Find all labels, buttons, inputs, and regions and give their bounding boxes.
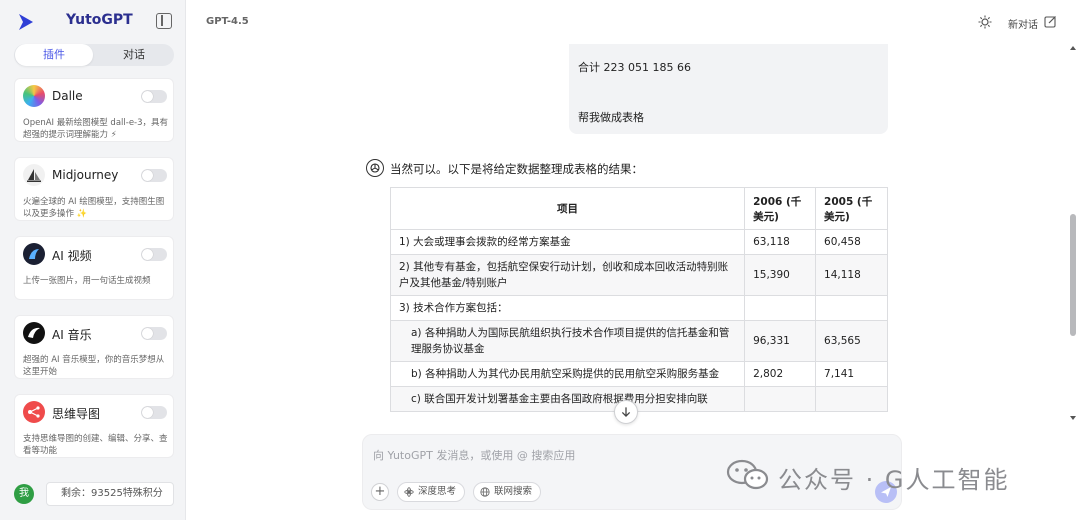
table-row: b) 各种捐助人为其代办民用航空采购提供的民用航空采购服务基金 2,802 7,… (390, 361, 888, 387)
new-chat-button[interactable]: 新对话 (1008, 16, 1038, 31)
table-cell (815, 386, 888, 412)
table-row: 1) 大会或理事会拨款的经常方案基金 63,118 60,458 (390, 229, 888, 255)
table-cell: b) 各种捐助人为其代办民用航空采购提供的民用航空采购服务基金 (390, 361, 746, 387)
table-row: 2) 其他专有基金，包括航空保安行动计划，创收和成本回收活动特别账户及其他基金/… (390, 254, 888, 296)
sidebar: YutoGPT 插件 对话 Dalle OpenAI 最新绘图模型 dall-e… (0, 0, 186, 520)
ai-music-icon (23, 322, 45, 344)
plugin-desc: 火遍全球的 AI 绘图模型，支持图生图以及更多操作 ✨ (23, 197, 165, 219)
sidebar-collapse-icon[interactable] (156, 13, 172, 29)
table-row: c) 联合国开发计划署基金主要由各国政府根据费用分担安排向联 (390, 386, 888, 412)
watermark-text: 公众号 · G人工智能 (778, 466, 1010, 494)
user-message-line: 合计 223 051 185 66 (578, 61, 691, 74)
assistant-intro: 当然可以。以下是将给定数据整理成表格的结果： (390, 162, 643, 176)
plugin-toggle-ai-video[interactable] (141, 248, 167, 261)
table-cell: a) 各种捐助人为国际民航组织执行技术合作项目提供的信托基金和管理服务协议基金 (390, 320, 746, 362)
tab-conversations[interactable]: 对话 (95, 44, 173, 66)
table-cell: 60,458 (815, 229, 888, 255)
table-header: 2005 (千美元) (815, 187, 888, 230)
globe-icon (480, 487, 490, 497)
mindmap-icon (23, 401, 45, 423)
table-row: 3) 技术合作方案包括： (390, 295, 888, 321)
ai-video-icon (23, 243, 45, 265)
table-header: 2006 (千美元) (744, 187, 817, 230)
plugin-desc: OpenAI 最新绘图模型 dall-e-3，具有超强的提示词理解能力 ⚡ (23, 118, 169, 140)
web-search-toggle[interactable]: 联网搜索 (473, 482, 542, 502)
plugin-name: AI 音乐 (52, 328, 92, 342)
table-cell (744, 295, 817, 321)
plugin-desc: 上传一张图片，用一句话生成视频 (23, 276, 151, 286)
dalle-icon (23, 85, 45, 107)
wechat-logo-icon (726, 459, 769, 490)
plugin-card-ai-video[interactable]: AI 视频 上传一张图片，用一句话生成视频 (14, 236, 174, 300)
user-message-bubble: 合计 223 051 185 66 帮我做成表格 (569, 44, 888, 134)
plugin-card-midjourney[interactable]: Midjourney 火遍全球的 AI 绘图模型，支持图生图以及更多操作 ✨ (14, 157, 174, 221)
scroll-thumb[interactable] (1070, 214, 1076, 336)
table-row: a) 各种捐助人为国际民航组织执行技术合作项目提供的信托基金和管理服务协议基金 … (390, 320, 888, 362)
plugin-desc: 支持思维导图的创建、编辑、分享、查看等功能 (23, 434, 168, 456)
result-table: 项目 2006 (千美元) 2005 (千美元) 1) 大会或理事会拨款的经常方… (390, 187, 888, 412)
watermark: 公众号 · G人工智能 (726, 456, 1056, 496)
plugin-toggle-ai-music[interactable] (141, 327, 167, 340)
table-cell (815, 295, 888, 321)
table-cell (744, 386, 817, 412)
table-cell: 2,802 (744, 361, 817, 387)
table-header-row: 项目 2006 (千美元) 2005 (千美元) (390, 187, 888, 230)
add-attachment-button[interactable]: + (371, 483, 389, 501)
user-avatar[interactable]: 我 (14, 484, 34, 504)
deep-think-label: 深度思考 (418, 486, 457, 497)
plugin-card-dalle[interactable]: Dalle OpenAI 最新绘图模型 dall-e-3，具有超强的提示词理解能… (14, 78, 174, 142)
chat-scrollbar[interactable] (1068, 44, 1078, 424)
sidebar-tabs: 插件 对话 (14, 44, 174, 66)
table-cell: 14,118 (815, 254, 888, 296)
table-cell: 63,565 (815, 320, 888, 362)
edit-icon[interactable] (1044, 15, 1057, 28)
plugin-name: Midjourney (52, 168, 119, 182)
table-cell: c) 联合国开发计划署基金主要由各国政府根据费用分担安排向联 (390, 386, 746, 412)
plugin-toggle-mindmap[interactable] (141, 406, 167, 419)
table-cell: 3) 技术合作方案包括： (390, 295, 746, 321)
plugin-toggle-midjourney[interactable] (141, 169, 167, 182)
plugin-toggle-dalle[interactable] (141, 90, 167, 103)
plugin-name: AI 视频 (52, 249, 92, 263)
table-cell: 7,141 (815, 361, 888, 387)
deep-think-toggle[interactable]: 深度思考 (397, 482, 466, 502)
atom-icon (404, 487, 414, 497)
brand: YutoGPT (14, 10, 174, 34)
plugin-name: Dalle (52, 89, 83, 103)
scroll-to-bottom-icon[interactable] (614, 400, 638, 424)
web-search-label: 联网搜索 (494, 486, 533, 497)
openai-logo-icon (366, 159, 384, 177)
sun-icon[interactable] (978, 15, 992, 29)
plugin-name: 思维导图 (52, 407, 101, 421)
table-header: 项目 (390, 187, 746, 230)
brand-name: YutoGPT (66, 12, 133, 28)
table-cell: 96,331 (744, 320, 817, 362)
table-cell: 1) 大会或理事会拨款的经常方案基金 (390, 229, 746, 255)
plugin-card-ai-music[interactable]: AI 音乐 超强的 AI 音乐模型，你的音乐梦想从这里开始 (14, 315, 174, 379)
plugin-card-mindmap[interactable]: 思维导图 支持思维导图的创建、编辑、分享、查看等功能 (14, 394, 174, 458)
credits-badge: 剩余：93525特殊积分 (46, 482, 174, 506)
model-label[interactable]: GPT-4.5 (206, 16, 249, 27)
tab-plugins[interactable]: 插件 (15, 44, 93, 66)
yutogpt-logo-icon (19, 14, 33, 30)
table-cell: 2) 其他专有基金，包括航空保安行动计划，创收和成本回收活动特别账户及其他基金/… (390, 254, 746, 296)
result-table-container: 项目 2006 (千美元) 2005 (千美元) 1) 大会或理事会拨款的经常方… (390, 187, 888, 427)
midjourney-icon (23, 164, 45, 186)
table-cell: 63,118 (744, 229, 817, 255)
plugin-desc: 超强的 AI 音乐模型，你的音乐梦想从这里开始 (23, 355, 165, 377)
scroll-down-arrow-icon[interactable] (1070, 416, 1076, 420)
table-cell: 15,390 (744, 254, 817, 296)
user-message-line: 帮我做成表格 (578, 111, 644, 124)
scroll-up-arrow-icon[interactable] (1070, 46, 1076, 50)
